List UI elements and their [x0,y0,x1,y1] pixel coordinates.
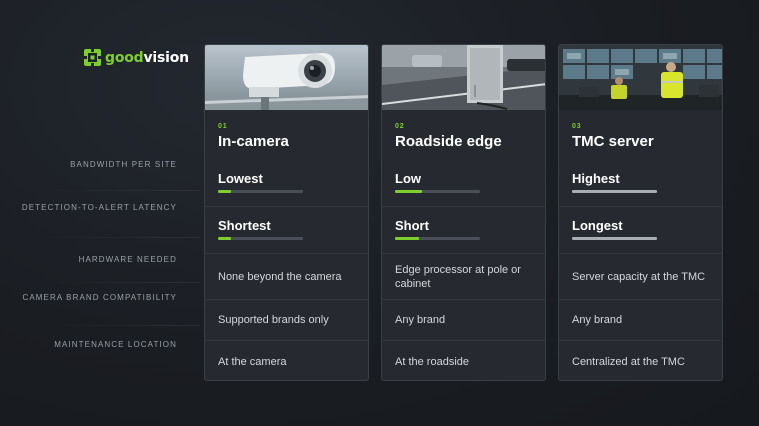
maintenance-text: Centralized at the TMC [572,355,685,368]
traffic-control-room-photo [559,45,722,110]
goodvision-logo: goodvision [84,49,189,66]
compatibility-cell: Any brand [382,299,545,340]
latency-bar-fill [572,237,657,240]
bandwidth-bar [572,190,657,193]
latency-level: Short [395,218,429,233]
compatibility-cell: Any brand [559,299,722,340]
card-title: TMC server [572,133,654,150]
latency-bar-fill [395,237,419,240]
bandwidth-bar [218,190,303,193]
option-card-tmc-server: 03 TMC server Highest Longest Server cap… [558,44,723,381]
hardware-cell: Server capacity at the TMC [559,253,722,299]
hardware-text: Edge processor at pole or cabinet [395,263,521,290]
hardware-cell: Edge processor at pole or cabinet [382,253,545,299]
bandwidth-bar-fill [572,190,657,193]
security-camera-photo [205,45,368,110]
bandwidth-level: Highest [572,171,620,186]
compatibility-cell: Supported brands only [205,299,368,340]
logo-wordmark: goodvision [105,49,189,66]
row-divider [40,282,200,283]
maintenance-text: At the camera [218,355,287,368]
latency-bar [218,237,303,240]
latency-bar [572,237,657,240]
maintenance-cell: Centralized at the TMC [559,340,722,380]
goodvision-logo-icon [84,49,101,66]
latency-bar [395,237,480,240]
bandwidth-level: Low [395,171,421,186]
roadside-cabinet-photo [382,45,545,110]
maintenance-text: At the roadside [395,355,469,368]
row-label-bandwidth: BANDWIDTH PER SITE [70,160,177,169]
bandwidth-bar [395,190,480,193]
hardware-text: None beyond the camera [218,270,342,283]
hardware-text: Server capacity at the TMC [572,270,706,283]
card-number: 02 [395,123,405,130]
row-label-compatibility: CAMERA BRAND COMPATIBILITY [22,293,177,302]
row-divider [40,190,200,191]
option-card-in-camera: 01 In-camera Lowest Shortest None beyond… [204,44,369,381]
row-divider [40,325,200,326]
latency-bar-fill [218,237,231,240]
compatibility-text: Any brand [395,314,446,326]
row-label-latency: DETECTION-TO-ALERT LATENCY [21,203,177,212]
hardware-cell: None beyond the camera [205,253,368,299]
maintenance-cell: At the roadside [382,340,545,380]
maintenance-cell: At the camera [205,340,368,380]
compatibility-text: Any brand [572,314,623,326]
row-label-hardware: HARDWARE NEEDED [78,255,177,264]
row-label-maintenance: MAINTENANCE LOCATION [54,340,177,349]
row-divider [40,237,200,238]
option-card-roadside-edge: 02 Roadside edge Low Short Edge processo… [381,44,546,381]
card-number: 03 [572,123,582,130]
bandwidth-level: Lowest [218,171,263,186]
compatibility-text: Supported brands only [218,314,329,326]
card-number: 01 [218,123,228,130]
latency-level: Shortest [218,218,271,233]
card-title: Roadside edge [395,133,502,150]
bandwidth-bar-fill [395,190,423,193]
latency-level: Longest [572,218,623,233]
card-title: In-camera [218,133,289,150]
bandwidth-bar-fill [218,190,231,193]
